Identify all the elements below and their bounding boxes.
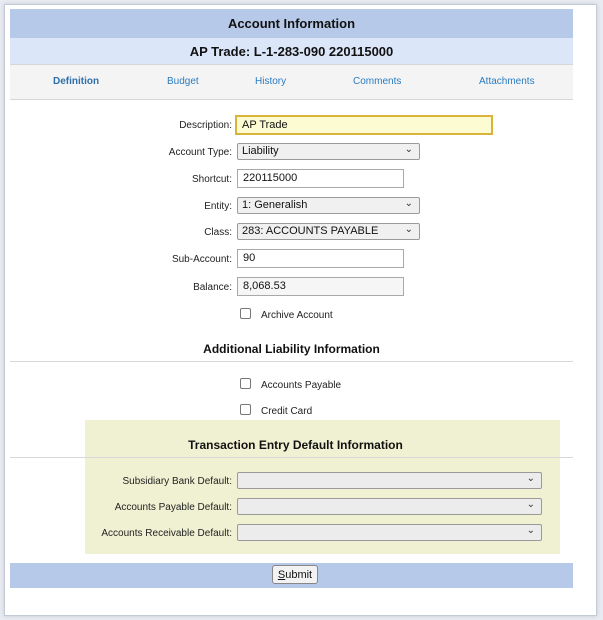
account-type-select[interactable]: Liability ⌄ (237, 143, 420, 160)
chevron-down-icon: ⌄ (404, 198, 413, 209)
submit-label: ubmit (285, 568, 313, 581)
accounts-receivable-default-label: Accounts Receivable Default: (101, 528, 232, 539)
account-type-label: Account Type: (168, 147, 232, 158)
tab-budget[interactable]: Budget (167, 76, 199, 87)
archive-account-checkbox[interactable] (240, 308, 251, 319)
liability-divider (10, 361, 573, 362)
tab-attachments[interactable]: Attachments (479, 76, 535, 87)
accounts-payable-label: Accounts Payable (261, 380, 342, 391)
archive-account-label: Archive Account (261, 310, 333, 321)
entity-label: Entity: (204, 201, 232, 212)
chevron-down-icon: ⌄ (526, 473, 535, 484)
balance-field: 8,068.53 (237, 277, 404, 296)
credit-card-checkbox[interactable] (240, 404, 251, 415)
shortcut-field[interactable]: 220115000 (237, 169, 404, 188)
balance-label: Balance: (193, 282, 232, 293)
credit-card-label: Credit Card (261, 406, 313, 417)
description-field[interactable]: AP Trade (235, 115, 493, 135)
entity-select[interactable]: 1: Generalish ⌄ (237, 197, 420, 214)
class-label: Class: (204, 227, 232, 238)
class-select[interactable]: 283: ACCOUNTS PAYABLE ⌄ (237, 223, 420, 240)
sub-account-field[interactable]: 90 (237, 249, 404, 268)
subsidiary-bank-select[interactable]: ⌄ (237, 472, 542, 489)
page-title: Account Information (10, 9, 573, 38)
sub-account-label: Sub-Account: (171, 254, 232, 265)
accounts-payable-default-select[interactable]: ⌄ (237, 498, 542, 515)
chevron-down-icon: ⌄ (526, 499, 535, 510)
tab-bar: Definition Budget History Comments Attac… (10, 64, 573, 100)
liability-section-heading: Additional Liability Information (203, 342, 380, 356)
entity-value: 1: Generalish (242, 199, 308, 211)
account-heading: AP Trade: L-1-283-090 220115000 (10, 38, 573, 64)
account-type-value: Liability (242, 145, 279, 157)
accounts-payable-checkbox[interactable] (240, 378, 251, 389)
submit-button[interactable]: Submit (272, 565, 318, 584)
description-label: Description: (179, 120, 232, 131)
transaction-section-heading: Transaction Entry Default Information (188, 438, 403, 452)
class-value: 283: ACCOUNTS PAYABLE (242, 225, 379, 237)
tab-definition[interactable]: Definition (53, 76, 99, 87)
submit-accesskey: S (277, 568, 286, 581)
accounts-receivable-default-select[interactable]: ⌄ (237, 524, 542, 541)
chevron-down-icon: ⌄ (404, 144, 413, 155)
transaction-divider (10, 457, 573, 458)
accounts-payable-default-label: Accounts Payable Default: (114, 502, 232, 513)
tab-comments[interactable]: Comments (353, 76, 401, 87)
chevron-down-icon: ⌄ (526, 525, 535, 536)
shortcut-label: Shortcut: (191, 174, 232, 185)
chevron-down-icon: ⌄ (404, 224, 413, 235)
subsidiary-bank-label: Subsidiary Bank Default: (122, 476, 232, 487)
tab-history[interactable]: History (255, 76, 286, 87)
